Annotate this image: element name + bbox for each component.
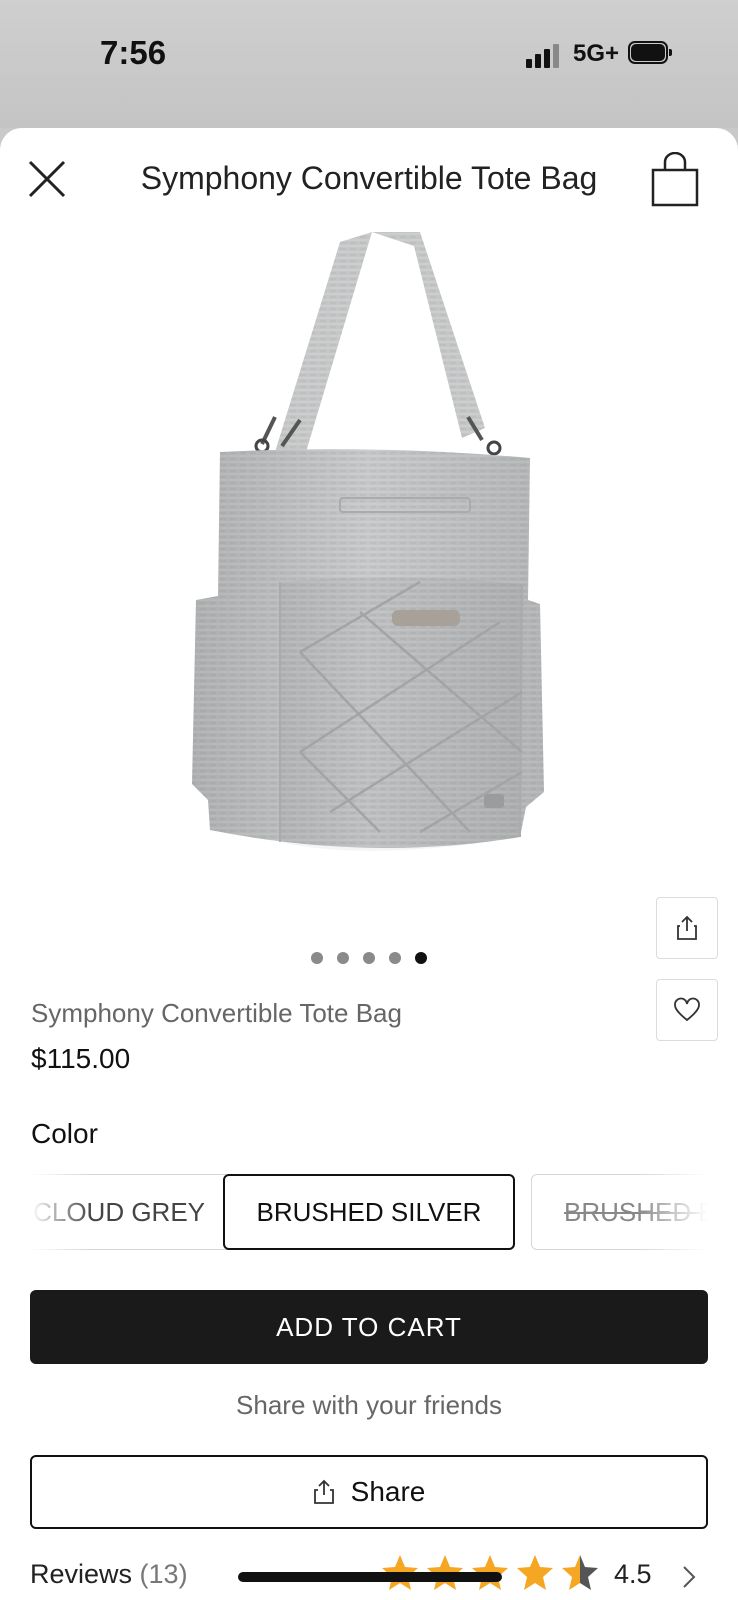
network-type: 5G+ — [573, 40, 620, 67]
close-icon — [28, 160, 66, 198]
carousel-dots — [0, 952, 738, 964]
color-option-brushed-b[interactable]: BRUSHED B — [531, 1174, 707, 1250]
favorite-button[interactable] — [656, 979, 718, 1041]
product-sheet: Symphony Convertible Tote Bag Symphony C… — [0, 128, 738, 1600]
color-option-cloud-grey[interactable]: CLOUD GREY — [31, 1174, 238, 1250]
share-button[interactable]: Share — [30, 1455, 708, 1529]
share-float-button[interactable] — [656, 897, 718, 959]
reviews-count: (13) — [139, 1559, 188, 1589]
color-swatches: CLOUD GREY BRUSHED SILVER BRUSHED B — [31, 1174, 707, 1254]
cart-button[interactable] — [650, 151, 700, 208]
rating-value: 4.5 — [614, 1559, 652, 1589]
share-icon — [313, 1479, 334, 1504]
star-icon — [517, 1555, 553, 1590]
carousel-dot[interactable] — [363, 952, 375, 964]
carousel-dot[interactable] — [415, 952, 427, 964]
color-label: Color — [31, 1118, 98, 1149]
star-icon — [562, 1555, 598, 1590]
sheet-header: Symphony Convertible Tote Bag — [0, 128, 738, 232]
status-bar: 7:56 5G+ — [0, 0, 738, 128]
signal-icon — [526, 44, 562, 68]
heart-icon — [674, 997, 700, 1022]
carousel-dot[interactable] — [337, 952, 349, 964]
product-price: $115.00 — [31, 1043, 131, 1074]
share-button-label: Share — [350, 1476, 426, 1507]
close-button[interactable] — [24, 156, 70, 202]
battery-icon — [628, 41, 672, 64]
page-title: Symphony Convertible Tote Bag — [140, 160, 598, 196]
share-icon — [677, 915, 697, 940]
tote-bag-illustration — [192, 232, 544, 851]
reviews-text: Reviews — [30, 1559, 133, 1589]
carousel-dot[interactable] — [389, 952, 401, 964]
product-name: Symphony Convertible Tote Bag — [31, 998, 402, 1028]
product-image[interactable] — [0, 232, 738, 1052]
status-time: 7:56 — [100, 34, 167, 71]
shopping-bag-icon — [651, 151, 699, 207]
chevron-right-icon — [683, 1566, 696, 1588]
share-prompt: Share with your friends — [236, 1390, 502, 1420]
home-indicator — [238, 1572, 502, 1582]
reviews-label: Reviews (13) — [30, 1559, 188, 1590]
carousel-dot[interactable] — [311, 952, 323, 964]
color-option-brushed-silver[interactable]: BRUSHED SILVER — [223, 1174, 515, 1250]
add-to-cart-button[interactable]: ADD TO CART — [30, 1290, 708, 1364]
